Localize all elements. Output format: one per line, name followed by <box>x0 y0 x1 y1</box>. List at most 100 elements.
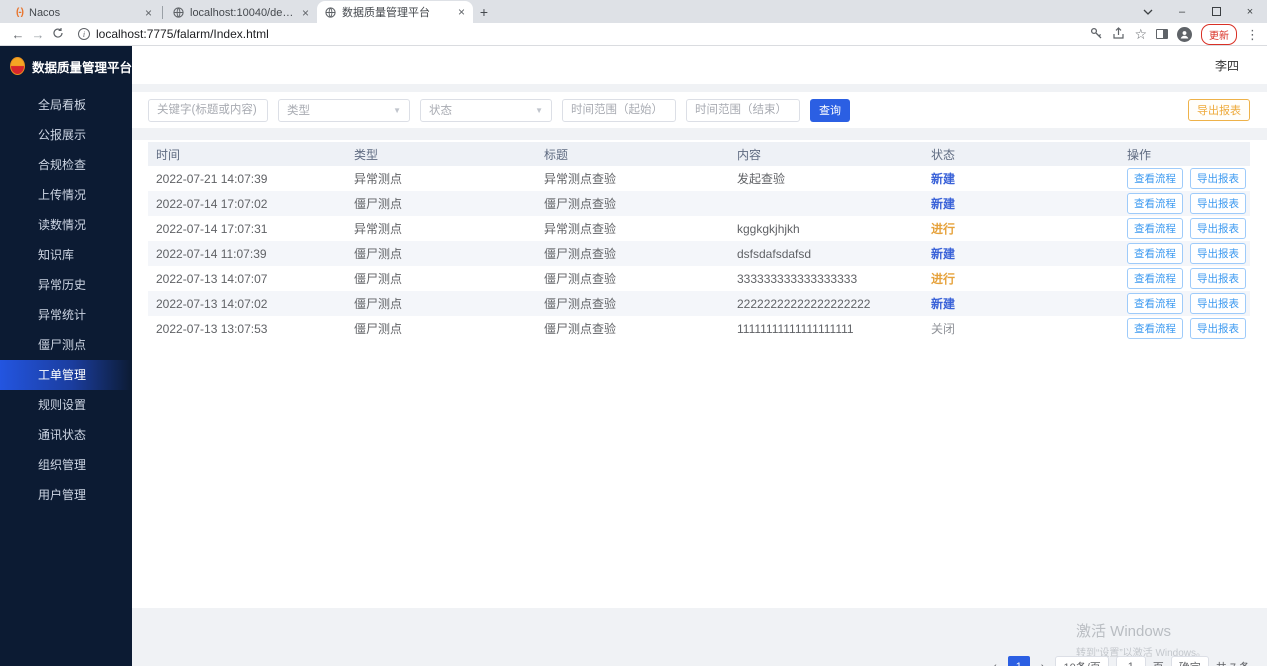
filter-bar: 类型 ▼ 状态 ▼ 查询 导出报表 <box>132 92 1267 128</box>
view-process-button[interactable]: 查看流程 <box>1127 318 1183 339</box>
cell-type: 僵尸测点 <box>346 191 536 216</box>
side-panel-icon[interactable] <box>1156 29 1168 39</box>
current-user[interactable]: 李四 <box>1215 57 1239 74</box>
export-row-button[interactable]: 导出报表 <box>1190 268 1246 289</box>
view-process-button[interactable]: 查看流程 <box>1127 243 1183 264</box>
export-row-button[interactable]: 导出报表 <box>1190 193 1246 214</box>
cell-title: 僵尸测点查验 <box>536 241 729 266</box>
view-process-button[interactable]: 查看流程 <box>1127 268 1183 289</box>
tab-close-icon[interactable]: × <box>458 6 465 18</box>
cell-title: 僵尸测点查验 <box>536 291 729 316</box>
next-page-icon[interactable]: › <box>1037 658 1049 666</box>
jump-confirm-button[interactable]: 确定 <box>1171 656 1209 666</box>
tab-close-icon[interactable]: × <box>145 7 152 19</box>
sidebar-item-exception-stats[interactable]: 异常统计 <box>0 300 132 330</box>
jump-page-input[interactable]: 1 <box>1116 656 1146 666</box>
export-row-button[interactable]: 导出报表 <box>1190 318 1246 339</box>
table-header-row: 时间 类型 标题 内容 状态 操作 <box>148 142 1250 166</box>
sidebar-item-zombie-points[interactable]: 僵尸测点 <box>0 330 132 360</box>
view-process-button[interactable]: 查看流程 <box>1127 293 1183 314</box>
address-bar[interactable]: localhost:7775/falarm/Index.html <box>96 27 1090 41</box>
time-end-input[interactable] <box>686 99 800 122</box>
back-icon[interactable]: ← <box>8 27 28 42</box>
status-badge: 新建 <box>923 166 1119 191</box>
globe-icon <box>325 7 336 18</box>
sidebar-item-compliance-check[interactable]: 合规检查 <box>0 150 132 180</box>
sidebar-item-upload-status[interactable]: 上传情况 <box>0 180 132 210</box>
close-window-button[interactable]: × <box>1233 0 1267 23</box>
brand-flame-icon <box>10 57 25 75</box>
profile-avatar[interactable] <box>1177 27 1192 42</box>
watermark-line1: 激活 Windows <box>1076 620 1206 641</box>
page-size-select[interactable]: 10条/页 <box>1055 656 1108 666</box>
tab-localhost-demo[interactable]: localhost:10040/demo/psjdbc × <box>165 2 317 23</box>
sidebar-item-exception-history[interactable]: 异常历史 <box>0 270 132 300</box>
sidebar-item-work-orders[interactable]: 工单管理 <box>0 360 132 390</box>
col-header-title: 标题 <box>536 142 729 166</box>
export-report-button[interactable]: 导出报表 <box>1188 99 1250 121</box>
type-select[interactable]: 类型 ▼ <box>278 99 410 122</box>
bookmark-star-icon[interactable]: ☆ <box>1134 27 1147 41</box>
export-row-button[interactable]: 导出报表 <box>1190 243 1246 264</box>
site-info-icon[interactable]: i <box>78 28 90 40</box>
pagination: ‹ 1 › 10条/页 1 页 确定 共 7 条 <box>989 656 1250 666</box>
cell-content: 22222222222222222222 <box>729 291 923 316</box>
sidebar-item-knowledge-base[interactable]: 知识库 <box>0 240 132 270</box>
tab-title: localhost:10040/demo/psjdbc <box>190 7 296 19</box>
browser-toolbar: ← → i localhost:7775/falarm/Index.html ☆… <box>0 23 1267 46</box>
chrome-update-button[interactable]: 更新 <box>1201 24 1237 45</box>
sidebar-item-user-management[interactable]: 用户管理 <box>0 480 132 510</box>
sidebar-item-comm-status[interactable]: 通讯状态 <box>0 420 132 450</box>
app-logo: 数据质量管理平台 <box>0 46 132 86</box>
col-header-actions: 操作 <box>1119 142 1250 166</box>
new-tab-button[interactable]: + <box>473 1 495 23</box>
app-root: 数据质量管理平台 全局看板 公报展示 合规检查 上传情况 读数情况 知识库 异常… <box>0 46 1267 666</box>
col-header-content: 内容 <box>729 142 923 166</box>
time-start-input[interactable] <box>562 99 676 122</box>
view-process-button[interactable]: 查看流程 <box>1127 193 1183 214</box>
tab-separator <box>162 6 163 19</box>
sidebar-item-bulletin[interactable]: 公报展示 <box>0 120 132 150</box>
sidebar-item-global-dashboard[interactable]: 全局看板 <box>0 90 132 120</box>
share-icon[interactable] <box>1112 27 1125 42</box>
tab-close-icon[interactable]: × <box>302 7 309 19</box>
table-row: 2022-07-14 17:07:02 僵尸测点 僵尸测点查验 新建 查看流程导… <box>148 191 1250 216</box>
app-header-bar: 李四 <box>132 46 1267 84</box>
chevron-down-icon: ▼ <box>535 106 543 115</box>
page-number-current[interactable]: 1 <box>1008 656 1030 666</box>
password-key-icon[interactable] <box>1090 27 1103 42</box>
table-row: 2022-07-21 14:07:39 异常测点 异常测点查验 发起查验 新建 … <box>148 166 1250 191</box>
view-process-button[interactable]: 查看流程 <box>1127 168 1183 189</box>
nacos-favicon: (-) <box>16 7 23 18</box>
cell-type: 异常测点 <box>346 216 536 241</box>
sidebar-item-org-management[interactable]: 组织管理 <box>0 450 132 480</box>
total-count-label: 共 7 条 <box>1216 659 1250 666</box>
prev-page-icon[interactable]: ‹ <box>989 658 1001 666</box>
menu-dots-icon[interactable]: ⋮ <box>1246 28 1259 41</box>
minimize-button[interactable]: – <box>1165 0 1199 23</box>
tab-nacos[interactable]: (-) Nacos × <box>8 2 160 23</box>
cell-time: 2022-07-13 13:07:53 <box>148 316 346 341</box>
cell-title: 僵尸测点查验 <box>536 191 729 216</box>
status-select[interactable]: 状态 ▼ <box>420 99 552 122</box>
export-row-button[interactable]: 导出报表 <box>1190 293 1246 314</box>
export-row-button[interactable]: 导出报表 <box>1190 218 1246 239</box>
col-header-type: 类型 <box>346 142 536 166</box>
export-row-button[interactable]: 导出报表 <box>1190 168 1246 189</box>
status-badge: 新建 <box>923 291 1119 316</box>
jump-unit-label: 页 <box>1153 659 1164 666</box>
sidebar-item-rule-settings[interactable]: 规则设置 <box>0 390 132 420</box>
sidebar-item-reading-status[interactable]: 读数情况 <box>0 210 132 240</box>
cell-title: 异常测点查验 <box>536 166 729 191</box>
browser-tabstrip: (-) Nacos × localhost:10040/demo/psjdbc … <box>0 0 1267 23</box>
cell-type: 僵尸测点 <box>346 291 536 316</box>
view-process-button[interactable]: 查看流程 <box>1127 218 1183 239</box>
keyword-input[interactable] <box>148 99 268 122</box>
tab-search-icon[interactable] <box>1131 0 1165 23</box>
maximize-button[interactable] <box>1199 0 1233 23</box>
forward-icon[interactable]: → <box>28 27 48 42</box>
search-button[interactable]: 查询 <box>810 99 850 122</box>
tab-data-quality-platform[interactable]: 数据质量管理平台 × <box>317 1 473 23</box>
refresh-icon[interactable] <box>48 27 68 42</box>
work-order-table: 时间 类型 标题 内容 状态 操作 2022-07-21 14:07:39 异常… <box>148 142 1250 341</box>
